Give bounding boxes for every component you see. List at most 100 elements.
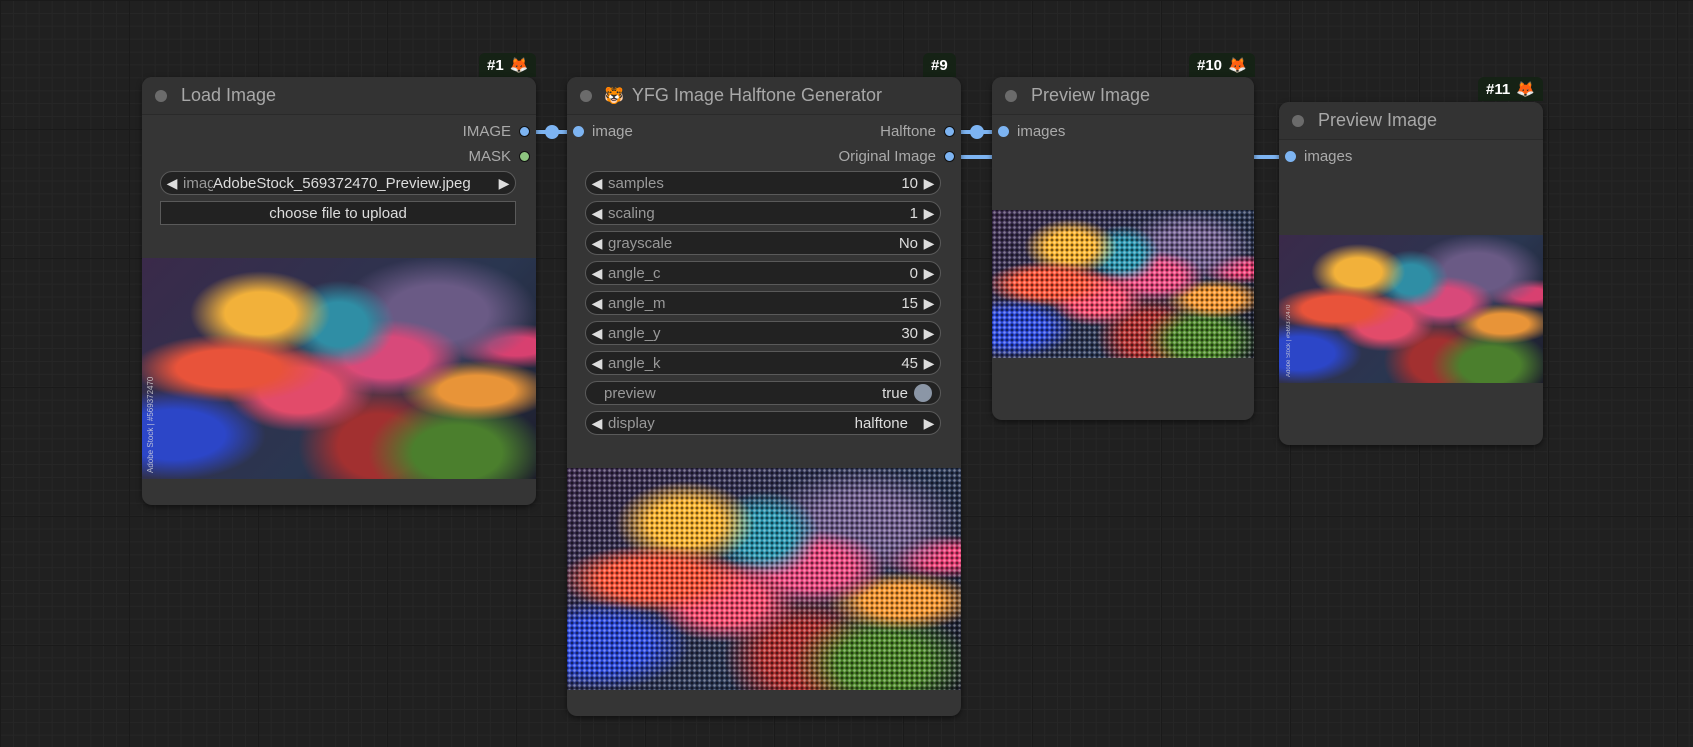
slot-label: images: [1304, 148, 1353, 165]
node-id-text: #11: [1486, 80, 1511, 98]
slot-dot-icon[interactable]: [1285, 151, 1296, 162]
node-id-text: #10: [1197, 56, 1223, 74]
collapse-dot-icon[interactable]: [1292, 114, 1304, 127]
widget-value[interactable]: 1: [910, 205, 918, 222]
angle-k-widget[interactable]: ◀ angle_k 45 ▶: [585, 351, 941, 375]
scaling-widget[interactable]: ◀ scaling 1 ▶: [585, 201, 941, 225]
preview-image-node-11[interactable]: Preview Image images Adobe Stock | #5693…: [1279, 102, 1543, 445]
samples-widget[interactable]: ◀ samples 10 ▶: [585, 171, 941, 195]
widget-value[interactable]: 45: [901, 355, 918, 372]
arrow-right-icon[interactable]: ▶: [918, 175, 940, 192]
node-id-badge: #10 🦊: [1189, 53, 1255, 77]
node-title: Preview Image: [1031, 85, 1151, 105]
node-title: YFG Image Halftone Generator: [631, 85, 883, 105]
widget-label: image: [183, 174, 213, 192]
node-header[interactable]: Load Image: [142, 77, 536, 115]
preview-image: [992, 210, 1254, 358]
slot-label: image: [592, 123, 633, 140]
widget-label: display: [608, 414, 655, 432]
widget-value[interactable]: 15: [901, 295, 918, 312]
arrow-right-icon[interactable]: ▶: [918, 295, 940, 312]
angle-y-widget[interactable]: ◀ angle_y 30 ▶: [585, 321, 941, 345]
input-slot-images[interactable]: images: [1285, 148, 1352, 165]
widget-label: angle_c: [608, 264, 661, 282]
widget-value[interactable]: 0: [910, 265, 918, 282]
arrow-right-icon[interactable]: ▶: [493, 175, 515, 192]
widget-label: angle_y: [608, 324, 661, 342]
widget-value[interactable]: No: [899, 235, 918, 252]
arrow-left-icon[interactable]: ◀: [586, 295, 608, 312]
tiger-icon: 🐯: [604, 87, 624, 105]
preview-image: Adobe Stock | #569372470: [1279, 235, 1543, 383]
widget-value[interactable]: halftone: [855, 415, 908, 432]
widget-value[interactable]: 30: [901, 325, 918, 342]
widget-value[interactable]: 10: [901, 175, 918, 192]
widget-value: AdobeStock_569372470_Preview.jpeg: [213, 174, 471, 192]
widget-label: angle_k: [608, 354, 661, 372]
preview-toggle[interactable]: preview true: [585, 381, 941, 405]
link-midpoint: [970, 125, 984, 139]
widget-label: scaling: [608, 204, 655, 222]
output-slot-image[interactable]: IMAGE: [463, 123, 530, 140]
fox-icon: 🦊: [1516, 81, 1535, 98]
slot-dot-icon[interactable]: [944, 151, 955, 162]
input-slot-images[interactable]: images: [998, 123, 1065, 140]
node-id-badge: #1 🦊: [479, 53, 537, 77]
arrow-right-icon[interactable]: ▶: [918, 205, 940, 222]
halftone-image-preview: [567, 468, 961, 690]
widget-value: true: [882, 384, 908, 402]
output-slot-mask[interactable]: MASK: [468, 148, 530, 165]
arrow-left-icon[interactable]: ◀: [586, 355, 608, 372]
arrow-left-icon[interactable]: ◀: [586, 325, 608, 342]
node-id-badge: #11 🦊: [1478, 77, 1543, 101]
slot-dot-icon[interactable]: [519, 126, 530, 137]
widget-label: angle_m: [608, 294, 666, 312]
watermark-text: Adobe Stock | #569372470: [146, 376, 155, 473]
arrow-left-icon[interactable]: ◀: [161, 175, 183, 192]
node-header[interactable]: 🐯 YFG Image Halftone Generator: [567, 77, 961, 115]
input-slot-image[interactable]: image: [573, 123, 633, 140]
grayscale-widget[interactable]: ◀ grayscale No ▶: [585, 231, 941, 255]
node-header[interactable]: Preview Image: [992, 77, 1254, 115]
choose-file-button[interactable]: choose file to upload: [160, 201, 516, 225]
slot-dot-icon[interactable]: [573, 126, 584, 137]
slot-label: IMAGE: [462, 123, 511, 140]
toggle-knob-icon[interactable]: [914, 384, 932, 402]
display-widget[interactable]: ◀ display halftone ▶: [585, 411, 941, 435]
fox-icon: 🦊: [1228, 57, 1247, 74]
collapse-dot-icon[interactable]: [155, 89, 167, 102]
widget-label: grayscale: [608, 234, 673, 252]
output-slot-halftone[interactable]: Halftone: [880, 123, 955, 140]
collapse-dot-icon[interactable]: [580, 89, 592, 102]
node-title: Preview Image: [1318, 110, 1438, 130]
arrow-left-icon[interactable]: ◀: [586, 235, 608, 252]
arrow-right-icon[interactable]: ▶: [918, 235, 940, 252]
slot-label: Original Image: [838, 148, 936, 165]
node-header[interactable]: Preview Image: [1279, 102, 1543, 140]
angle-m-widget[interactable]: ◀ angle_m 15 ▶: [585, 291, 941, 315]
image-combo-widget[interactable]: ◀ image AdobeStock_569372470_Preview.jpe…: [160, 171, 516, 195]
output-slot-original-image[interactable]: Original Image: [838, 148, 955, 165]
arrow-left-icon[interactable]: ◀: [586, 265, 608, 282]
arrow-right-icon[interactable]: ▶: [918, 265, 940, 282]
slot-label: MASK: [468, 148, 511, 165]
widget-label: preview: [604, 384, 656, 402]
arrow-right-icon[interactable]: ▶: [918, 415, 940, 432]
slot-dot-icon[interactable]: [998, 126, 1009, 137]
node-id-text: #1: [487, 56, 504, 74]
preview-image-node-10[interactable]: Preview Image images: [992, 77, 1254, 420]
slot-dot-icon[interactable]: [519, 151, 530, 162]
watermark-text: Adobe Stock | #569372470: [1286, 304, 1292, 377]
node-id-text: #9: [931, 56, 948, 74]
slot-dot-icon[interactable]: [944, 126, 955, 137]
arrow-left-icon[interactable]: ◀: [586, 415, 608, 432]
load-image-node[interactable]: Load Image IMAGE MASK ◀ image AdobeStock…: [142, 77, 536, 505]
slot-label: images: [1017, 123, 1066, 140]
angle-c-widget[interactable]: ◀ angle_c 0 ▶: [585, 261, 941, 285]
arrow-left-icon[interactable]: ◀: [586, 205, 608, 222]
halftone-generator-node[interactable]: 🐯 YFG Image Halftone Generator image Hal…: [567, 77, 961, 716]
arrow-right-icon[interactable]: ▶: [918, 355, 940, 372]
arrow-right-icon[interactable]: ▶: [918, 325, 940, 342]
collapse-dot-icon[interactable]: [1005, 89, 1017, 102]
arrow-left-icon[interactable]: ◀: [586, 175, 608, 192]
